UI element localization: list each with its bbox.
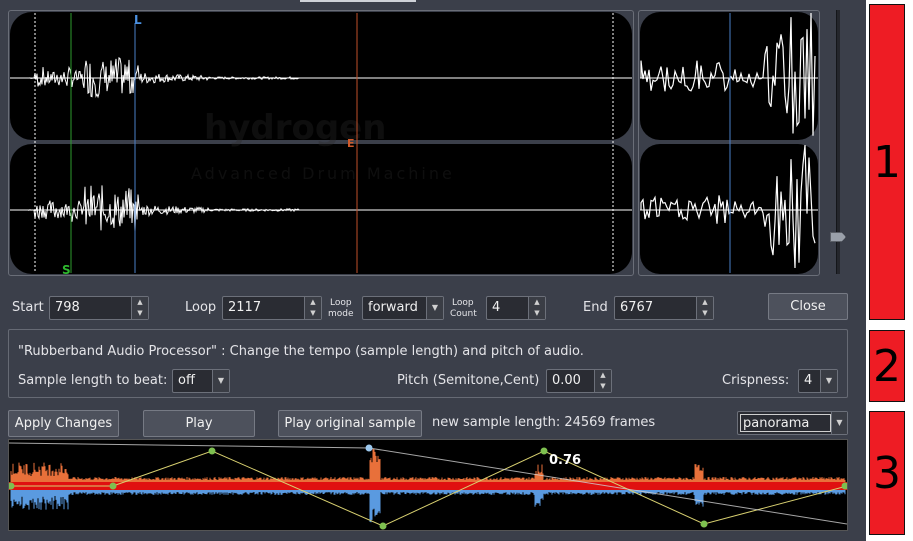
crispness-value: 4 — [804, 373, 813, 388]
spin-down-icon[interactable]: ▼ — [132, 308, 148, 319]
loop-marker-label: L — [134, 13, 142, 27]
zoom-waveform-view — [638, 10, 820, 276]
chevron-down-icon[interactable]: ▼ — [212, 370, 229, 392]
spin-down-icon[interactable]: ▼ — [697, 308, 713, 319]
spin-down-icon[interactable]: ▼ — [595, 381, 611, 392]
close-button[interactable]: Close — [768, 293, 848, 320]
loop-count-label-2: Count — [450, 309, 477, 319]
loop-count-spinbox[interactable]: ▲▼ — [486, 296, 546, 320]
envelope-type-select[interactable]: panorama ▼ — [737, 411, 848, 435]
play-button[interactable]: Play — [143, 410, 255, 437]
rubberband-description: "Rubberband Audio Processor" : Change th… — [18, 344, 584, 359]
envelope-type-value: panorama — [740, 414, 831, 432]
slider-handle[interactable] — [830, 232, 846, 242]
end-input[interactable] — [615, 297, 695, 318]
end-marker-label: E — [347, 137, 355, 150]
envelope-value-label: 0.76 — [549, 453, 581, 468]
sample-length-label: Sample length to beat: — [18, 373, 168, 388]
annotation-2: 2 — [869, 330, 905, 402]
play-original-sample-button[interactable]: Play original sample — [278, 410, 422, 437]
chevron-down-icon[interactable]: ▼ — [426, 297, 443, 319]
end-spinbox[interactable]: ▲▼ — [614, 296, 714, 320]
apply-changes-button[interactable]: Apply Changes — [8, 410, 119, 437]
pitch-spinbox[interactable]: ▲▼ — [546, 369, 612, 393]
spin-up-icon[interactable]: ▲ — [132, 297, 148, 308]
start-marker-label: S — [62, 263, 71, 275]
loop-count-spin-arrows[interactable]: ▲ ▼ — [528, 297, 545, 319]
end-label: End — [583, 300, 608, 315]
pitch-label: Pitch (Semitone,Cent) — [397, 373, 540, 388]
spin-down-icon[interactable]: ▼ — [305, 308, 321, 319]
start-spinbox[interactable]: ▲▼ — [49, 296, 149, 320]
end-spin-arrows[interactable]: ▲ ▼ — [696, 297, 713, 319]
new-sample-length-text: new sample length: 24569 frames — [432, 415, 656, 430]
envelope-point — [700, 520, 708, 528]
waveform-left-channel — [10, 449, 846, 486]
zoom-vertical-slider[interactable] — [830, 10, 846, 274]
chevron-down-icon[interactable]: ▼ — [831, 412, 847, 434]
loop-count-label-1: Loop — [452, 298, 474, 308]
crispness-label: Crispness: — [722, 373, 790, 388]
spin-down-icon[interactable]: ▼ — [529, 308, 545, 319]
start-label: Start — [12, 300, 44, 315]
hydrogen-logo: hydrogen — [204, 108, 386, 148]
spin-up-icon[interactable]: ▲ — [305, 297, 321, 308]
loop-input[interactable] — [223, 297, 303, 318]
sample-length-value: off — [178, 373, 195, 388]
loop-mode-label-2: mode — [328, 309, 354, 319]
loop-mode-select[interactable]: forward ▼ — [362, 296, 444, 320]
loop-mode-label-1: Loop — [330, 298, 352, 308]
title-indicator — [300, 0, 416, 2]
hydrogen-logo-subtitle: Advanced Drum Machine — [191, 164, 455, 183]
spin-up-icon[interactable]: ▲ — [529, 297, 545, 308]
envelope-editor[interactable]: 0.76 — [8, 439, 848, 531]
envelope-point — [109, 482, 117, 490]
loop-spinbox[interactable]: ▲▼ — [222, 296, 322, 320]
annotation-3: 3 — [869, 411, 905, 535]
envelope-point — [540, 447, 548, 455]
sample-editor-window: hydrogen Advanced Drum Machine L E S Sta… — [0, 0, 866, 541]
crispness-select[interactable]: 4 ▼ — [798, 369, 838, 393]
sample-length-select[interactable]: off ▼ — [172, 369, 230, 393]
main-waveform-view[interactable]: hydrogen Advanced Drum Machine L E S — [8, 10, 634, 276]
pitch-input[interactable] — [547, 370, 593, 391]
chevron-down-icon[interactable]: ▼ — [820, 370, 837, 392]
spin-up-icon[interactable]: ▲ — [697, 297, 713, 308]
pitch-spin-arrows[interactable]: ▲ ▼ — [594, 370, 611, 392]
envelope-point-selected — [365, 444, 373, 452]
annotation-1: 1 — [869, 4, 905, 320]
start-input[interactable] — [50, 297, 130, 318]
spin-up-icon[interactable]: ▲ — [595, 370, 611, 381]
loop-count-input[interactable] — [487, 297, 527, 318]
start-spin-arrows[interactable]: ▲ ▼ — [131, 297, 148, 319]
loop-spin-arrows[interactable]: ▲ ▼ — [304, 297, 321, 319]
loop-label: Loop — [185, 300, 217, 315]
loop-mode-value: forward — [368, 300, 418, 315]
envelope-point — [379, 522, 387, 530]
envelope-point — [208, 447, 216, 455]
